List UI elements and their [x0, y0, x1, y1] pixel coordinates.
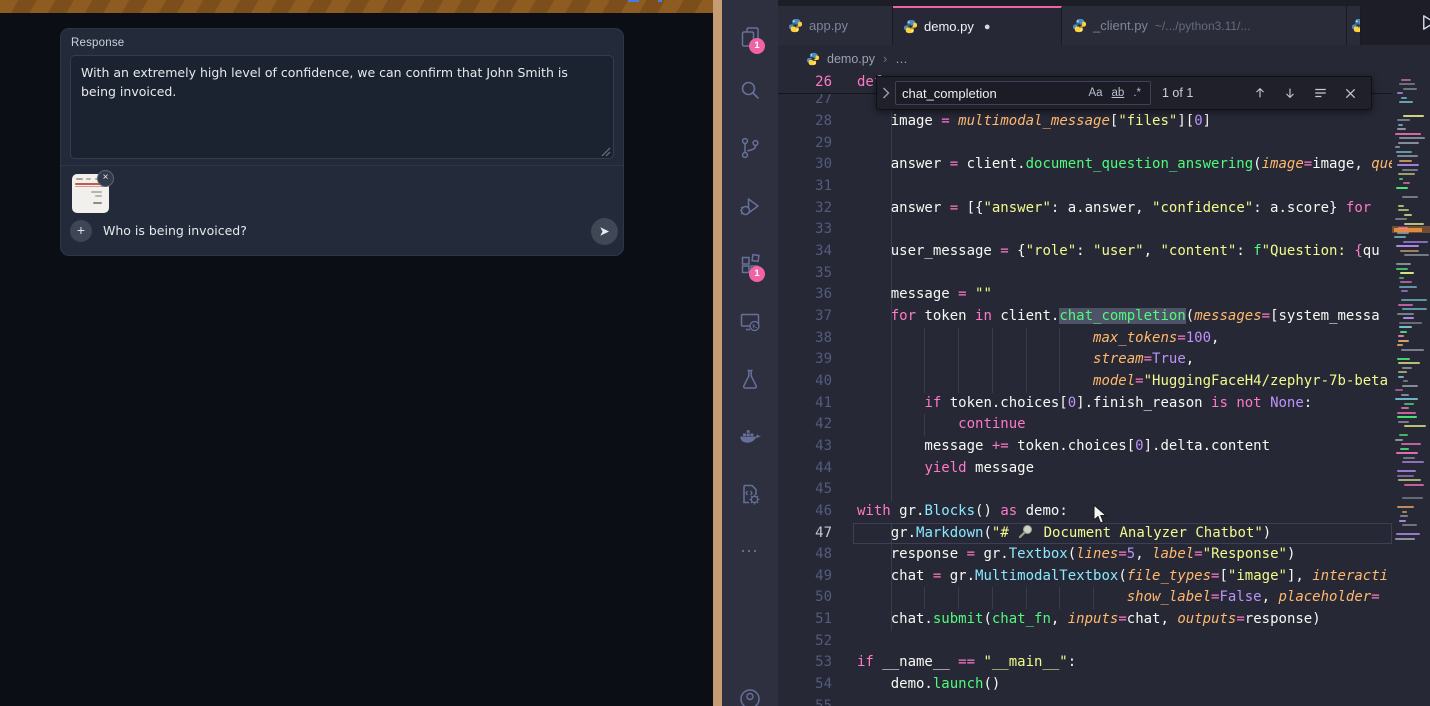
- code-line: 43 message += token.choices[0].delta.con…: [778, 436, 1392, 458]
- remove-attachment-button[interactable]: ×: [97, 170, 114, 187]
- code-line: 54 demo.launch(): [778, 674, 1392, 696]
- code-line: 55: [778, 696, 1392, 706]
- window-titlebar-stripes: [0, 0, 713, 13]
- code-line: 34 user_message = {"role": "user", "cont…: [778, 241, 1392, 263]
- docker-icon[interactable]: [738, 425, 762, 449]
- sticky-line-number: 26: [778, 72, 832, 94]
- textarea-resize-handle[interactable]: [601, 147, 611, 157]
- code-line: 41 if token.choices[0].finish_reason is …: [778, 393, 1392, 415]
- python-icon: [788, 18, 803, 33]
- testing-icon[interactable]: [738, 367, 762, 391]
- toggle-replace-chevron-icon[interactable]: [877, 76, 895, 110]
- tab-demo-py[interactable]: demo.py ●: [893, 6, 1062, 45]
- code-line: 29: [778, 133, 1392, 155]
- account-icon[interactable]: [738, 688, 762, 706]
- send-icon: [598, 225, 611, 238]
- find-next-button[interactable]: [1279, 82, 1301, 104]
- find-results-count: 1 of 1: [1162, 86, 1193, 100]
- code-line: 44 yield message: [778, 458, 1392, 480]
- activity-bar: 1 1: [722, 0, 778, 706]
- python-icon: [806, 52, 820, 66]
- code-line: 51 chat.submit(chat_fn, inputs=chat, out…: [778, 609, 1392, 631]
- code-line: 53if __name__ == "__main__":: [778, 652, 1392, 674]
- find-input-box: Aa ab .*: [895, 81, 1151, 105]
- code-line: 32 answer = [{"answer": a.answer, "confi…: [778, 198, 1392, 220]
- code-line: 45: [778, 479, 1392, 501]
- python-icon: [1351, 18, 1361, 33]
- code-line: 28 image = multimodal_message["files"][0…: [778, 111, 1392, 133]
- response-label: Response: [71, 37, 124, 49]
- find-widget: Aa ab .* 1 of 1: [876, 76, 1372, 110]
- code-line: 38 max_tokens=100,: [778, 328, 1392, 350]
- chat-message-input[interactable]: [103, 220, 483, 242]
- tab-app-py[interactable]: app.py: [778, 6, 893, 45]
- code-line: 36 message = "": [778, 284, 1392, 306]
- response-textarea[interactable]: With an extremely high level of confiden…: [70, 55, 614, 159]
- titlebar-artifact: [628, 0, 639, 2]
- code-line: 50 show_label=False, placeholder=: [778, 587, 1392, 609]
- search-icon[interactable]: [738, 78, 762, 102]
- code-editor[interactable]: 2728 image = multimodal_message["files"]…: [778, 72, 1392, 706]
- vscode-window: 1 1: [722, 0, 1430, 706]
- code-line: 46with gr.Blocks() as demo:: [778, 501, 1392, 523]
- code-line: 42 continue: [778, 414, 1392, 436]
- modified-dot[interactable]: ●: [984, 21, 991, 33]
- explorer-badge: 1: [749, 38, 765, 54]
- block-divider: [61, 165, 623, 166]
- code-line: 33: [778, 219, 1392, 241]
- find-input[interactable]: [896, 86, 1088, 101]
- tab-partial[interactable]: [1347, 6, 1361, 45]
- code-line: 40 model="HuggingFaceH4/zephyr-7b-beta: [778, 371, 1392, 393]
- run-file-button[interactable]: [1419, 13, 1430, 32]
- code-line: 47 gr.Markdown("# Document Analyzer Chat…: [778, 523, 1392, 545]
- gradio-panel: Response With an extremely high level of…: [60, 28, 624, 256]
- tab-client-py[interactable]: _client.py ~/.../python3.11/...: [1062, 6, 1347, 45]
- extensions-badge: 1: [749, 266, 765, 282]
- close-find-button[interactable]: [1339, 82, 1361, 104]
- code-line: 39 stream=True,: [778, 349, 1392, 371]
- breadcrumb[interactable]: demo.py › …: [778, 45, 1392, 72]
- source-control-icon[interactable]: [738, 136, 762, 160]
- find-in-selection-button[interactable]: [1309, 82, 1331, 104]
- titlebar-artifact: [658, 0, 662, 2]
- desktop: Response With an extremely high level of…: [0, 0, 1430, 706]
- add-attachment-button[interactable]: +: [70, 220, 92, 242]
- code-line: 37 for token in client.chat_completion(m…: [778, 306, 1392, 328]
- match-case-toggle[interactable]: Aa: [1088, 87, 1102, 99]
- gradio-app-window: Response With an extremely high level of…: [0, 0, 713, 706]
- task-file-icon[interactable]: [738, 482, 762, 506]
- remote-explorer-icon[interactable]: [738, 310, 762, 334]
- run-debug-icon[interactable]: [738, 194, 762, 218]
- code-line: 48 response = gr.Textbox(lines=5, label=…: [778, 544, 1392, 566]
- more-views-icon[interactable]: ⋯: [738, 539, 762, 563]
- minimap[interactable]: [1392, 72, 1430, 706]
- code-line: 35: [778, 263, 1392, 285]
- python-icon: [1072, 18, 1087, 33]
- code-line: 30 answer = client.document_question_ans…: [778, 154, 1392, 176]
- code-line: 49 chat = gr.MultimodalTextbox(file_type…: [778, 566, 1392, 588]
- regex-toggle[interactable]: .*: [1133, 87, 1141, 99]
- whole-word-toggle[interactable]: ab: [1112, 87, 1125, 99]
- find-previous-button[interactable]: [1249, 82, 1271, 104]
- python-icon: [903, 19, 918, 34]
- code-line: 52: [778, 631, 1392, 653]
- code-line: 31: [778, 176, 1392, 198]
- editor-tab-strip: app.py demo.py ● _client.py ~/.../python…: [778, 0, 1430, 45]
- send-button[interactable]: [591, 218, 618, 245]
